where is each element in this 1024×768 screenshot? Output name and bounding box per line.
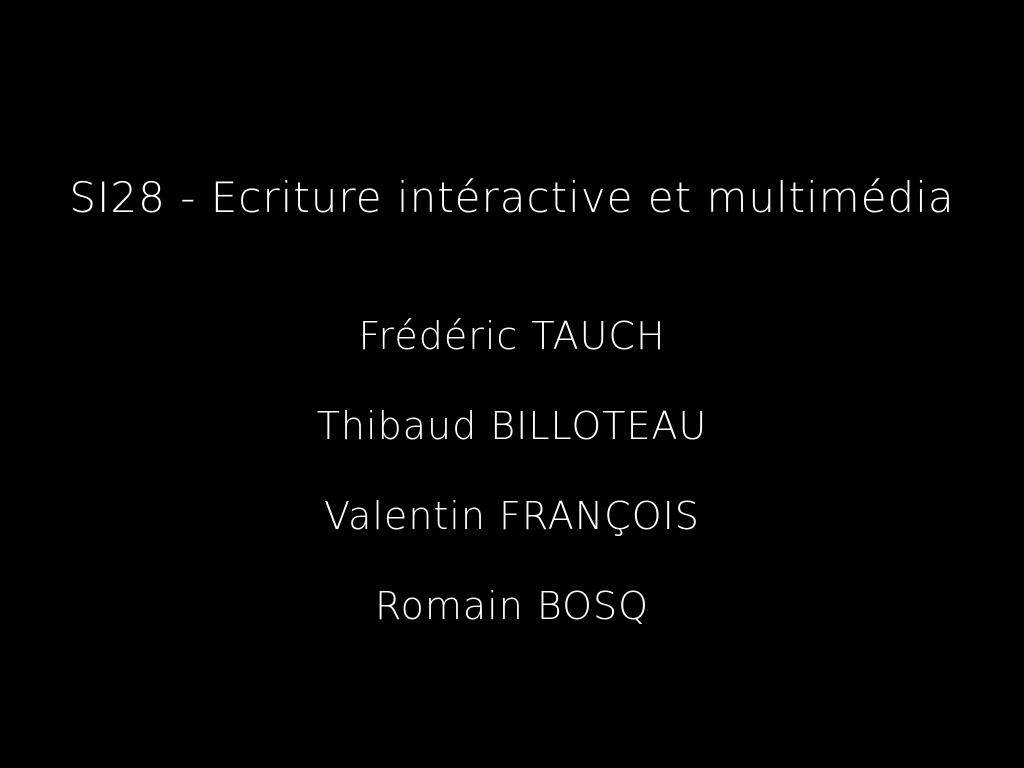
author-list: Frédéric TAUCH Thibaud BILLOTEAU Valenti… — [0, 306, 1024, 666]
slide-title: SI28 - Ecriture intéractive et multimédi… — [69, 173, 955, 222]
author-name: Thibaud BILLOTEAU — [316, 404, 708, 448]
author-name: Frédéric TAUCH — [358, 314, 666, 358]
title-slide: SI28 - Ecriture intéractive et multimédi… — [0, 0, 1024, 768]
author-name: Valentin FRANÇOIS — [324, 494, 700, 538]
author-name: Romain BOSQ — [374, 584, 650, 628]
